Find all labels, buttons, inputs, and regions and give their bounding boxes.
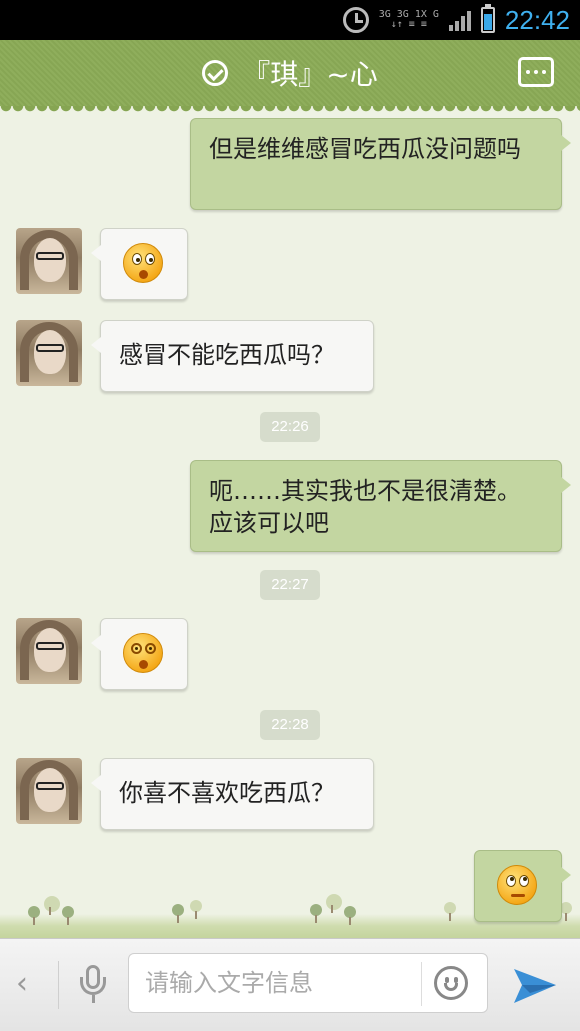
more-options-button[interactable] [518, 57, 554, 87]
dot-icon [526, 70, 530, 74]
chat-header: 『琪』~心 [0, 40, 580, 112]
alarm-clock-icon [342, 7, 369, 33]
message-text: 呃……其实我也不是很清楚。应该可以吧 [209, 477, 521, 537]
divider [421, 962, 422, 1006]
message-text: 感冒不能吃西瓜吗？ [119, 341, 335, 369]
dot-icon [534, 70, 538, 74]
contact-avatar[interactable] [16, 758, 82, 824]
message-text: 但是维维感冒吃西瓜没问题吗 [209, 135, 521, 163]
message-input[interactable] [145, 954, 415, 1012]
timestamp: 22:27 [260, 570, 320, 600]
dizzy-emoji-icon [123, 633, 163, 673]
send-button[interactable] [512, 963, 558, 1007]
tree-decoration [172, 904, 184, 923]
timestamp: 22:26 [260, 412, 320, 442]
contact-avatar[interactable] [16, 618, 82, 684]
contact-name: 『琪』~心 [242, 58, 378, 91]
chevron-left-icon[interactable]: ‹ [16, 969, 34, 999]
header-title-group: 『琪』~心 [0, 40, 580, 106]
incoming-message[interactable]: 感冒不能吃西瓜吗？ [91, 320, 374, 392]
outgoing-message[interactable]: 呃……其实我也不是很清楚。应该可以吧 [190, 460, 571, 552]
online-check-icon [202, 60, 229, 86]
send-arrow-icon [514, 969, 556, 1003]
network-indicator: 3G 3G 1X G ↓↑ ≡ ≡ [379, 10, 439, 30]
chat-messages[interactable]: 但是维维感冒吃西瓜没问题吗 感冒不能吃西瓜吗？ 22:26 呃……其实我也不是很… [0, 106, 580, 938]
tree-decoration [190, 900, 202, 919]
status-time: 22:42 [504, 4, 570, 35]
network-activity-label: ↓↑ ≡ ≡ [390, 19, 427, 30]
eye-roll-emoji-icon [497, 865, 537, 905]
battery-icon [480, 4, 495, 33]
divider [58, 961, 59, 1009]
outgoing-message[interactable] [474, 850, 571, 922]
contact-avatar[interactable] [16, 320, 82, 386]
message-input-bar: ‹ [0, 938, 580, 1031]
outgoing-message[interactable]: 但是维维感冒吃西瓜没问题吗 [190, 118, 571, 210]
contact-avatar[interactable] [16, 228, 82, 294]
message-text: 你喜不喜欢吃西瓜？ [119, 779, 335, 807]
battery-level [483, 13, 492, 30]
tree-decoration [344, 906, 356, 925]
status-bar: 3G 3G 1X G ↓↑ ≡ ≡ 22:42 [0, 0, 580, 40]
dot-icon [542, 70, 546, 74]
incoming-message[interactable] [91, 618, 188, 690]
emoji-picker-icon[interactable] [434, 966, 468, 1000]
tree-decoration [44, 896, 60, 915]
tree-decoration [62, 906, 74, 925]
signal-strength-icon [448, 9, 471, 31]
tree-decoration [28, 906, 40, 925]
timestamp: 22:28 [260, 710, 320, 740]
incoming-message[interactable] [91, 228, 188, 300]
microphone-icon[interactable] [78, 965, 108, 1007]
tree-decoration [444, 902, 456, 921]
surprised-emoji-icon [123, 243, 163, 283]
status-icons: 3G 3G 1X G ↓↑ ≡ ≡ 22:42 [342, 0, 570, 40]
tree-decoration [326, 894, 342, 913]
incoming-message[interactable]: 你喜不喜欢吃西瓜？ [91, 758, 374, 830]
tree-decoration [310, 904, 322, 923]
message-input-box[interactable] [128, 953, 488, 1013]
